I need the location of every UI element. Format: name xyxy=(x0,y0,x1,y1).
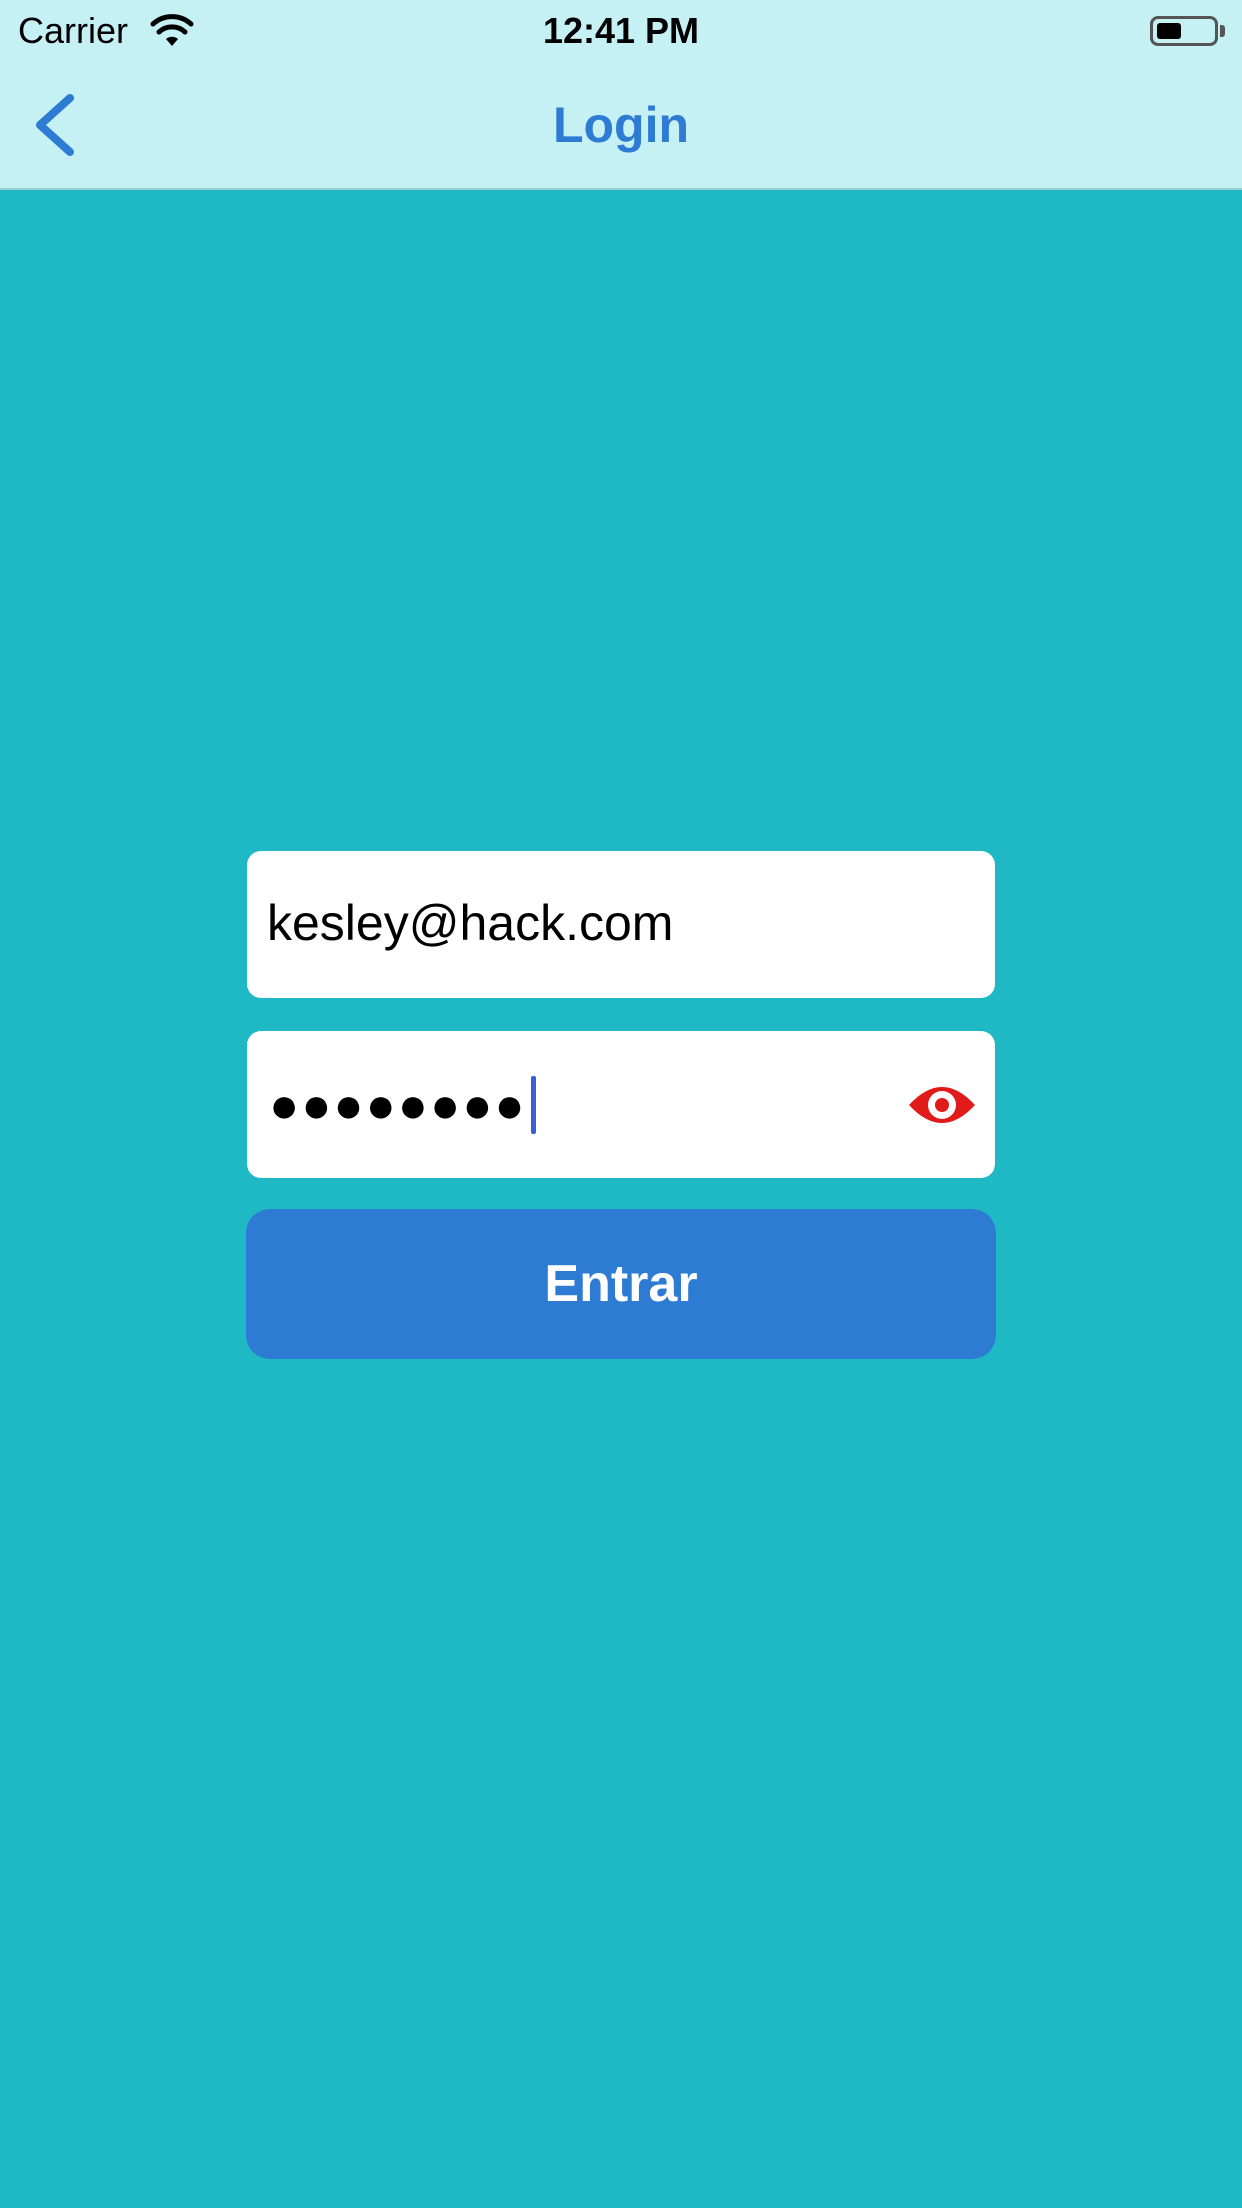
submit-button[interactable]: Entrar xyxy=(246,1209,996,1359)
battery-level xyxy=(1157,23,1181,39)
text-cursor xyxy=(530,1076,536,1134)
password-value-container[interactable]: ●●●●●●●● xyxy=(269,1076,536,1134)
eye-icon[interactable] xyxy=(907,1075,977,1135)
navigation-bar: Login xyxy=(0,60,1242,190)
password-field[interactable]: ●●●●●●●● xyxy=(247,1031,995,1178)
page-title: Login xyxy=(552,97,690,153)
email-value[interactable]: kesley@hack.com xyxy=(267,894,673,952)
battery-tip xyxy=(1220,25,1225,37)
status-time: 12:41 PM xyxy=(542,10,700,51)
password-value[interactable]: ●●●●●●●● xyxy=(269,1079,527,1131)
battery-icon xyxy=(1150,16,1218,46)
status-bar: Carrier 12:41 PM xyxy=(0,0,1242,60)
email-field[interactable]: kesley@hack.com xyxy=(247,851,995,998)
